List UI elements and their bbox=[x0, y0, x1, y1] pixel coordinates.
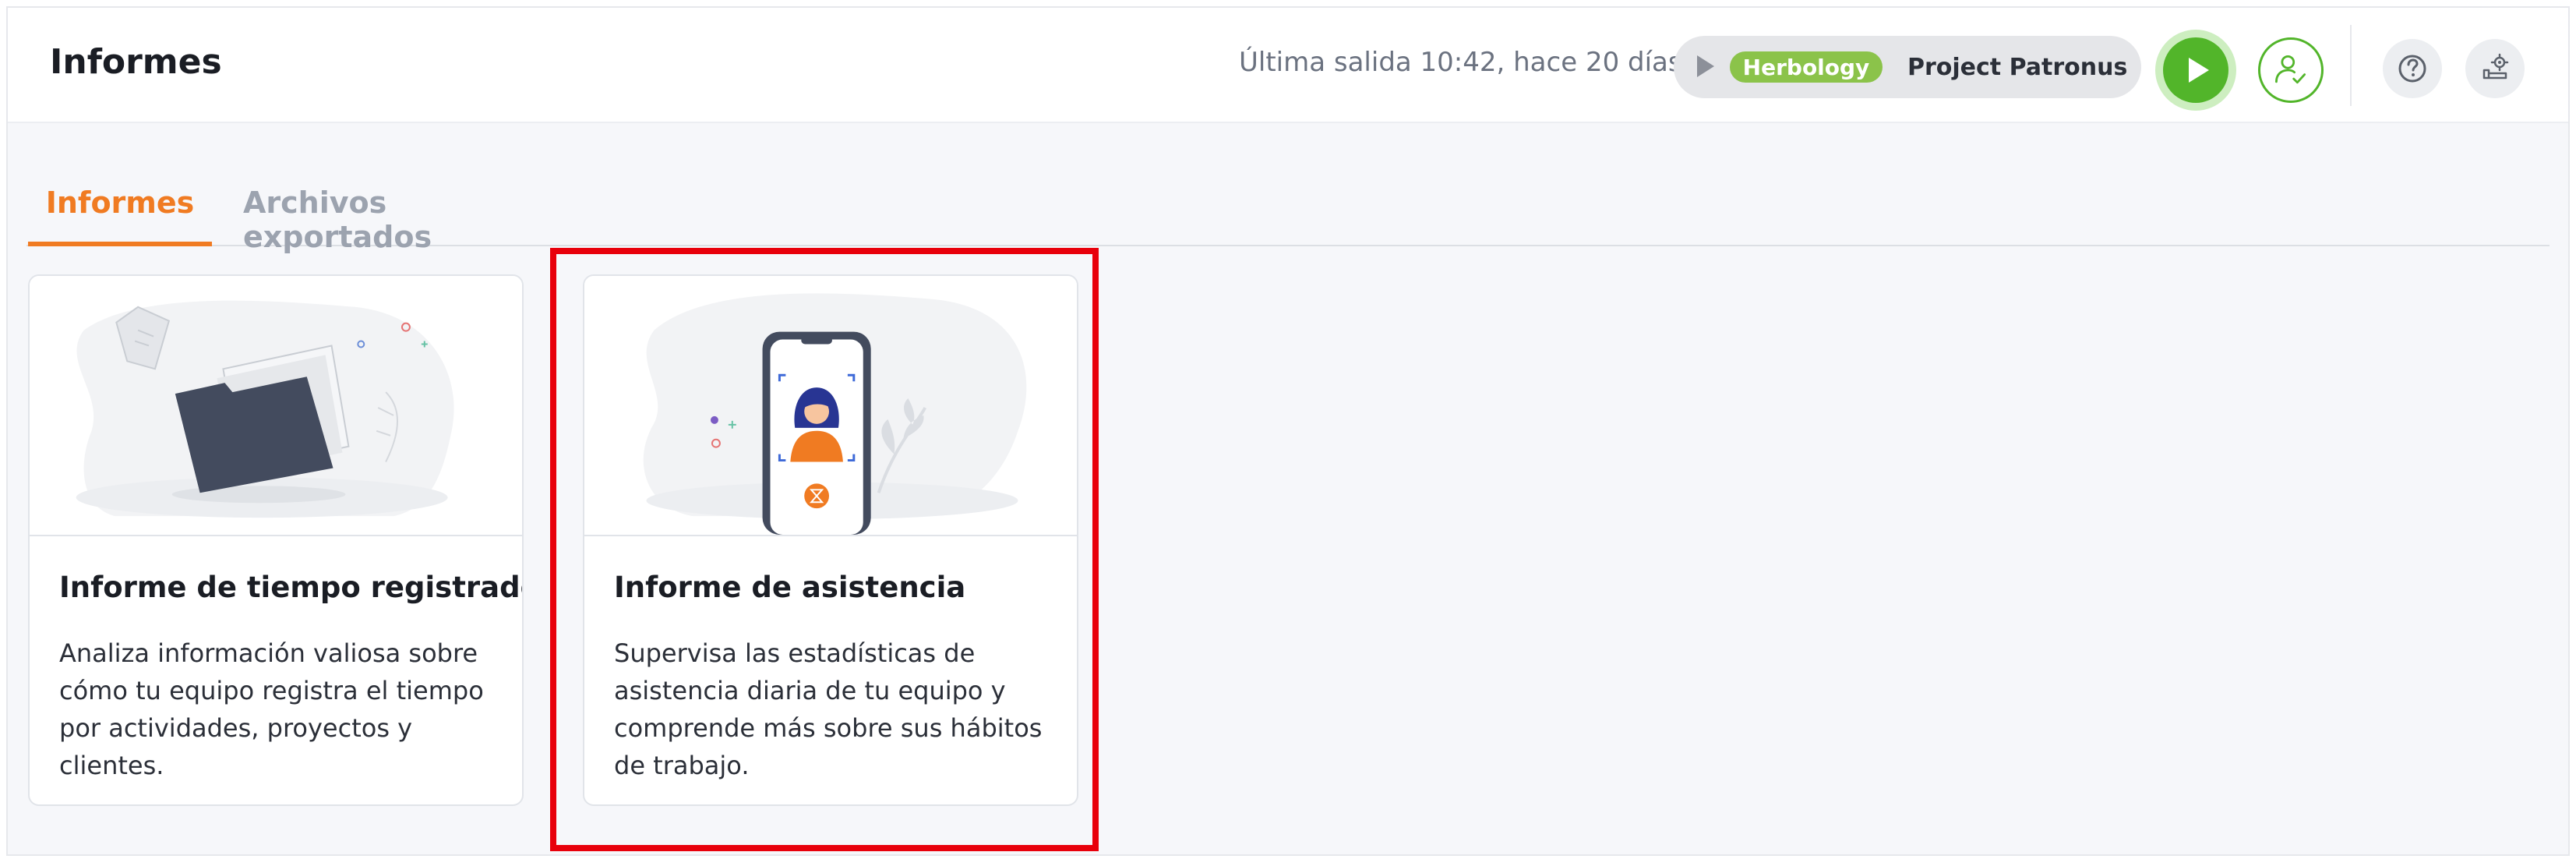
mini-play-icon bbox=[1697, 55, 1714, 77]
question-circle-icon bbox=[2398, 55, 2426, 83]
help-button[interactable] bbox=[2383, 39, 2442, 98]
tab-archivos-exportados[interactable]: Archivos exportados bbox=[243, 179, 539, 254]
settings-icon bbox=[2482, 53, 2509, 80]
card-title: Informe de tiempo registrado bbox=[59, 571, 524, 604]
top-header: Informes Última salida 10:42, hace 20 dí… bbox=[8, 8, 2568, 123]
page-title: Informes bbox=[50, 42, 222, 82]
header-divider bbox=[2350, 25, 2352, 106]
folder-illustration-icon bbox=[76, 300, 454, 518]
report-card-time[interactable]: Informe de tiempo registrado Analiza inf… bbox=[28, 274, 524, 806]
user-check-icon bbox=[2275, 55, 2306, 84]
last-exit-status: Última salida 10:42, hace 20 días bbox=[1239, 47, 1682, 78]
timer-pill[interactable]: Herbology Project Patronus bbox=[1674, 36, 2141, 98]
card-description: Analiza información valiosa sobre cómo t… bbox=[59, 638, 484, 780]
timer-tag: Herbology bbox=[1730, 51, 1883, 83]
start-timer-button[interactable] bbox=[2163, 37, 2228, 103]
report-card-attendance[interactable]: Informe de asistencia Supervisa las esta… bbox=[583, 274, 1078, 806]
card-title: Informe de asistencia bbox=[614, 571, 966, 604]
timer-project: Project Patronus bbox=[1907, 53, 2128, 81]
card-illustration bbox=[584, 276, 1077, 536]
tab-informes[interactable]: Informes bbox=[28, 179, 212, 246]
play-icon bbox=[2189, 58, 2209, 83]
phone-face-scan-illustration-icon bbox=[643, 293, 1027, 535]
card-illustration bbox=[30, 276, 522, 536]
app-window: Informes Última salida 10:42, hace 20 dí… bbox=[6, 6, 2570, 856]
card-description: Supervisa las estadísticas de asistencia… bbox=[614, 638, 1043, 780]
tab-bar: Informes Archivos exportados bbox=[26, 123, 2550, 254]
attendance-button[interactable] bbox=[2258, 37, 2324, 103]
settings-button[interactable] bbox=[2465, 39, 2525, 98]
